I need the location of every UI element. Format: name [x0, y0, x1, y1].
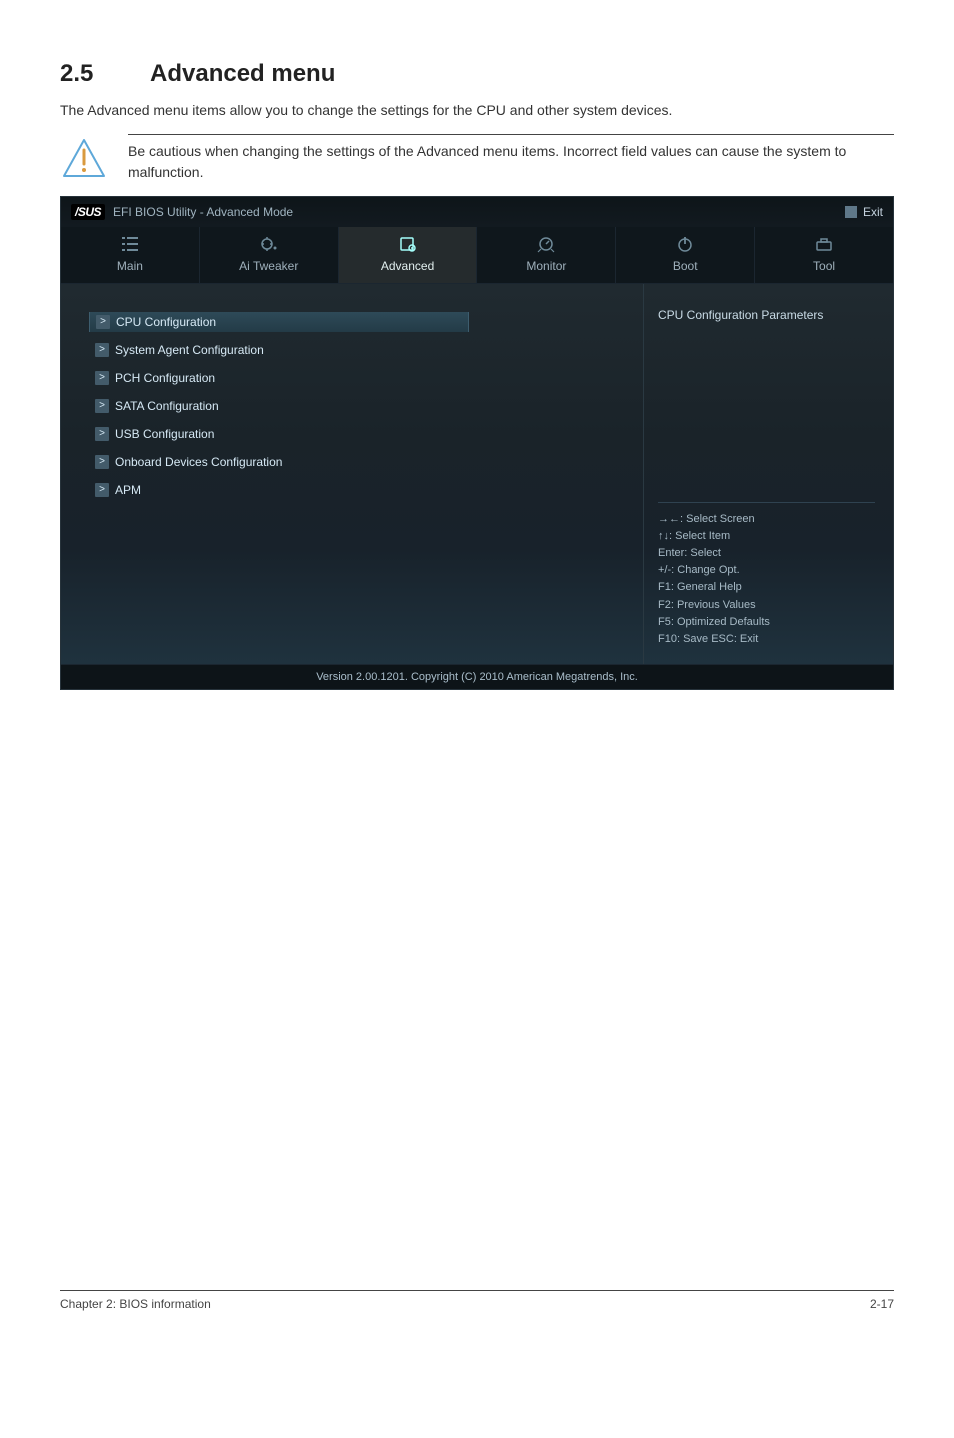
power-icon: [616, 235, 754, 255]
help-line: F5: Optimized Defaults: [658, 614, 875, 631]
exit-button[interactable]: Exit: [845, 205, 883, 219]
help-line: F1: General Help: [658, 579, 875, 596]
bios-logo: /SUS: [71, 204, 105, 220]
tab-advanced[interactable]: Advanced: [339, 227, 478, 283]
exit-label: Exit: [863, 205, 883, 219]
bios-footer: Version 2.00.1201. Copyright (C) 2010 Am…: [61, 664, 893, 689]
bios-titlebar: /SUS EFI BIOS Utility - Advanced Mode Ex…: [61, 197, 893, 227]
help-line: +/-: Change Opt.: [658, 562, 875, 579]
tab-tool[interactable]: Tool: [755, 227, 893, 283]
chevron-right-icon: >: [95, 371, 109, 385]
help-line: →←: Select Screen: [658, 511, 875, 528]
tab-label: Monitor: [526, 259, 566, 273]
help-line: F2: Previous Values: [658, 597, 875, 614]
menu-item-label: Onboard Devices Configuration: [115, 455, 282, 469]
section-intro: The Advanced menu items allow you to cha…: [60, 100, 894, 120]
menu-item-label: PCH Configuration: [115, 371, 215, 385]
menu-cpu-configuration[interactable]: > CPU Configuration: [89, 312, 469, 332]
chevron-right-icon: >: [96, 315, 110, 329]
tab-monitor[interactable]: Monitor: [477, 227, 616, 283]
tab-main[interactable]: Main: [61, 227, 200, 283]
chevron-right-icon: >: [95, 399, 109, 413]
warning-callout: Be cautious when changing the settings o…: [60, 134, 894, 182]
tweaker-icon: [200, 235, 338, 255]
menu-item-label: USB Configuration: [115, 427, 214, 441]
chevron-right-icon: >: [95, 455, 109, 469]
list-icon: [61, 235, 199, 255]
chevron-right-icon: >: [95, 483, 109, 497]
bios-window-title: EFI BIOS Utility - Advanced Mode: [113, 205, 293, 219]
menu-item-label: SATA Configuration: [115, 399, 219, 413]
section-title: Advanced menu: [150, 60, 335, 87]
chevron-right-icon: >: [95, 343, 109, 357]
tab-label: Tool: [813, 259, 835, 273]
help-line: F10: Save ESC: Exit: [658, 631, 875, 648]
footer-right: 2-17: [870, 1297, 894, 1311]
menu-sata-configuration[interactable]: > SATA Configuration: [89, 396, 225, 416]
menu-system-agent-configuration[interactable]: > System Agent Configuration: [89, 340, 270, 360]
help-line: Enter: Select: [658, 545, 875, 562]
menu-item-label: CPU Configuration: [116, 315, 216, 329]
help-line: ↑↓: Select Item: [658, 528, 875, 545]
toolbox-icon: [755, 235, 893, 255]
footer-left: Chapter 2: BIOS information: [60, 1297, 211, 1311]
tab-label: Advanced: [381, 259, 434, 273]
section-heading: 2.5Advanced menu: [60, 60, 894, 88]
monitor-icon: [477, 235, 615, 255]
menu-item-label: System Agent Configuration: [115, 343, 264, 357]
advanced-icon: [339, 235, 477, 255]
section-number: 2.5: [60, 60, 150, 88]
tab-ai-tweaker[interactable]: Ai Tweaker: [200, 227, 339, 283]
exit-icon: [845, 206, 857, 218]
menu-item-label: APM: [115, 483, 141, 497]
bios-sidebar: CPU Configuration Parameters →←: Select …: [643, 284, 893, 663]
bios-help-text: →←: Select Screen ↑↓: Select Item Enter:…: [658, 511, 875, 647]
tab-label: Main: [117, 259, 143, 273]
tab-boot[interactable]: Boot: [616, 227, 755, 283]
sidebar-title: CPU Configuration Parameters: [658, 308, 875, 322]
bios-screenshot: /SUS EFI BIOS Utility - Advanced Mode Ex…: [60, 196, 894, 689]
menu-onboard-devices-configuration[interactable]: > Onboard Devices Configuration: [89, 452, 288, 472]
tab-label: Boot: [673, 259, 698, 273]
page-footer: Chapter 2: BIOS information 2-17: [60, 1290, 894, 1311]
menu-pch-configuration[interactable]: > PCH Configuration: [89, 368, 221, 388]
warning-text: Be cautious when changing the settings o…: [128, 141, 894, 182]
menu-apm[interactable]: > APM: [89, 480, 147, 500]
bios-tab-bar: Main Ai Tweaker Advanced Monitor: [61, 227, 893, 284]
menu-usb-configuration[interactable]: > USB Configuration: [89, 424, 220, 444]
tab-label: Ai Tweaker: [239, 259, 298, 273]
warning-icon: [60, 134, 108, 182]
chevron-right-icon: >: [95, 427, 109, 441]
